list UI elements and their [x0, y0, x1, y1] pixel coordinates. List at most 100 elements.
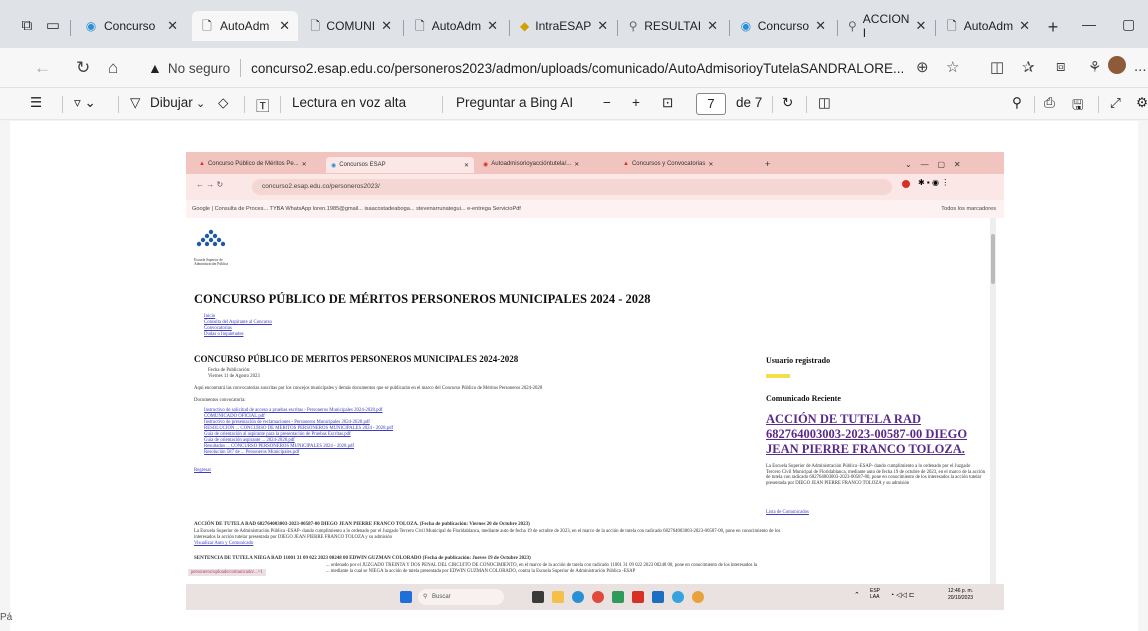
windows-start-icon — [400, 591, 412, 603]
back-icon[interactable]: ← — [34, 58, 51, 78]
chrome-icon: ◉ — [483, 161, 489, 168]
zoom-out-button[interactable]: − — [603, 95, 611, 110]
draw-button[interactable]: Dibujar — [150, 95, 193, 110]
zoom-icon[interactable]: ⊕ — [916, 58, 929, 76]
contents-icon[interactable]: ☰ — [30, 95, 42, 111]
home-icon[interactable]: ⌂ — [108, 58, 118, 78]
status-url: personeros/uploads/comunicado/...=1 — [188, 569, 266, 576]
intro-text: Aquí encontrará las convocatorias suscri… — [194, 386, 543, 391]
close-tab-icon[interactable]: ✕ — [707, 18, 718, 34]
toolbar-separator — [772, 96, 773, 113]
tab-resultados[interactable]: ⚲ RESULTAI ✕ — [620, 11, 726, 41]
toolbar-separator — [244, 96, 245, 113]
not-secure-label: No seguro — [167, 60, 231, 76]
inner-search-box: ⚲ Buscar — [418, 589, 504, 605]
page-number-input[interactable]: 7 — [696, 93, 726, 115]
close-tab-icon[interactable]: ✕ — [487, 18, 498, 34]
read-aloud-button[interactable]: Lectura en voz alta — [292, 95, 406, 110]
recent-label: Comunicado Reciente — [766, 394, 841, 403]
favorite-star-icon[interactable]: ☆ — [946, 58, 959, 76]
logo-caption: Escuela Superior de Administración Públi… — [194, 258, 229, 266]
favorites-icon[interactable]: ✰ — [1022, 58, 1035, 76]
clock-date: 20/10/2023 — [948, 595, 974, 601]
tab-autoadm-active[interactable]: 🗋 AutoAdm ✕ — [192, 11, 298, 41]
inner-page-content: Escuela Superior de Administración Públi… — [186, 218, 996, 584]
draw-icon[interactable]: ▽ — [130, 95, 140, 111]
tab-intraesap[interactable]: ◆ IntraESAP ✕ — [512, 11, 614, 41]
inner-scrollbar — [990, 218, 996, 584]
tab-concurso-2[interactable]: ◉ Concurso ✕ — [732, 11, 834, 41]
expand-icon[interactable]: ⤢ — [1110, 95, 1121, 111]
address-field[interactable]: ▲ No seguro concurso2.esap.edu.co/person… — [148, 57, 904, 79]
maximize-icon[interactable]: ▢ — [1122, 16, 1135, 33]
inner-tab-label: Concurso Público de Méritos Pe... — [207, 161, 299, 167]
zoom-in-button[interactable]: + — [632, 95, 640, 110]
ask-bing-button[interactable]: Preguntar a Bing AI — [456, 95, 573, 110]
docs-label: Documentos convocatoria: — [194, 398, 246, 403]
text-icon[interactable]: 🅃 — [256, 95, 270, 115]
tab-autoadm-2[interactable]: 🗋 AutoAdm ✕ — [406, 11, 506, 41]
inner-url-field: concurso2.esap.edu.co/personeros2023/ — [252, 179, 892, 195]
close-icon: ✕ — [301, 161, 307, 168]
inner-tab-label: Concursos ESAP — [339, 162, 386, 168]
tray-icons: ◔ ◁◁ ⊏ — [890, 592, 915, 599]
explorer-icon — [552, 591, 564, 603]
tab-concurso-1[interactable]: ◉ Concurso ✕ — [76, 11, 186, 41]
highlight-icon[interactable]: ▿ ⌄ — [74, 95, 96, 111]
toolbar-separator — [806, 96, 807, 113]
close-tab-icon[interactable]: ✕ — [915, 18, 926, 34]
user-highlight — [766, 374, 790, 378]
print-icon[interactable]: ⎙ — [1044, 95, 1055, 111]
inner-tab: ◉ Autoadmisorioyaccióntutela/... ✕ — [478, 156, 584, 172]
tab-label: ACCION I — [862, 12, 910, 40]
fit-page-icon[interactable]: ⊡ — [662, 95, 673, 111]
warning-icon[interactable]: ▲ — [148, 60, 162, 76]
notice2-text: ... ordenado por el JUZGADO TREINTA Y DO… — [326, 563, 758, 568]
pdf-toolbar: ☰ ▿ ⌄ ▽ Dibujar ⌄ ◇ 🅃 Lectura en voz alt… — [0, 88, 1148, 120]
collections-icon[interactable]: ⧈ — [1056, 58, 1066, 75]
search-icon[interactable]: ⚲ — [1012, 95, 1022, 111]
tab-label: RESULTAI — [644, 19, 702, 33]
page-icon: 🗋 — [415, 19, 425, 33]
profile-avatar[interactable] — [1108, 56, 1126, 74]
doc-link: Resultados ... CONCURSO PERSONEROS MUNIC… — [204, 444, 355, 449]
eraser-icon[interactable]: ◇ — [218, 95, 228, 111]
save-icon[interactable]: 🖫 — [1072, 95, 1084, 118]
notice1-title: ACCIÓN DE TUTELA RAD 682764003003-2023-0… — [194, 522, 530, 527]
tab-label: Concurso — [757, 19, 810, 33]
rotate-icon[interactable]: ↻ — [782, 95, 793, 111]
more-menu[interactable]: ... — [1134, 58, 1147, 75]
tab-actions-icon[interactable]: ▭ — [40, 12, 66, 38]
toolbar-separator — [280, 96, 281, 113]
search-icon: ⚲ — [848, 19, 857, 33]
tab-autoadm-3[interactable]: 🗋 AutoAdm ✕ — [938, 11, 1038, 41]
url-text[interactable]: concurso2.esap.edu.co/personeros2023/adm… — [251, 61, 904, 76]
back-link: Regresar — [194, 468, 212, 473]
close-icon: ✕ — [574, 161, 580, 168]
search-icon: ⚲ — [628, 19, 638, 33]
doc-link: RESOLUCIÓN ... CONCURSO DE MÉRITOS PERSO… — [204, 426, 394, 431]
close-tab-icon[interactable]: ✕ — [279, 18, 290, 34]
split-screen-icon[interactable]: ◫ — [990, 58, 1004, 76]
chevron-down-icon[interactable]: ⌄ — [196, 97, 205, 110]
lang-text-2: LAA — [870, 594, 880, 600]
tab-comunicado[interactable]: 🗋 COMUNI ✕ — [302, 11, 400, 41]
extensions-icon[interactable]: ⚘ — [1088, 58, 1101, 76]
close-tab-icon[interactable]: ✕ — [381, 18, 392, 34]
close-tab-icon[interactable]: ✕ — [1019, 18, 1030, 34]
settings-icon[interactable]: ⚙ — [1136, 95, 1148, 111]
inner-taskbar: ⚲ Buscar ⌃ ESP LAA ◔ ◁◁ ⊏ 12:46 p. m. 20/1… — [186, 584, 1004, 610]
new-tab-button[interactable]: + — [1040, 14, 1066, 40]
close-tab-icon[interactable]: ✕ — [597, 18, 608, 34]
tab-separator — [729, 20, 730, 36]
tab-accion[interactable]: ⚲ ACCION I ✕ — [840, 11, 932, 41]
refresh-icon[interactable]: ↻ — [76, 58, 90, 78]
menu-item-consulta: Consulta del Aspirante al Concurso — [204, 320, 272, 325]
close-tab-icon[interactable]: ✕ — [815, 18, 826, 34]
page-view-icon[interactable]: ◫ — [818, 95, 831, 111]
inner-tab: ▲ Concurso Público de Méritos Pe... ✕ — [194, 156, 312, 172]
workspaces-icon[interactable]: ⧉ — [14, 12, 40, 38]
minimize-icon[interactable]: — — [1082, 16, 1096, 32]
close-tab-icon[interactable]: ✕ — [167, 18, 178, 34]
site-icon: ◆ — [520, 19, 530, 33]
